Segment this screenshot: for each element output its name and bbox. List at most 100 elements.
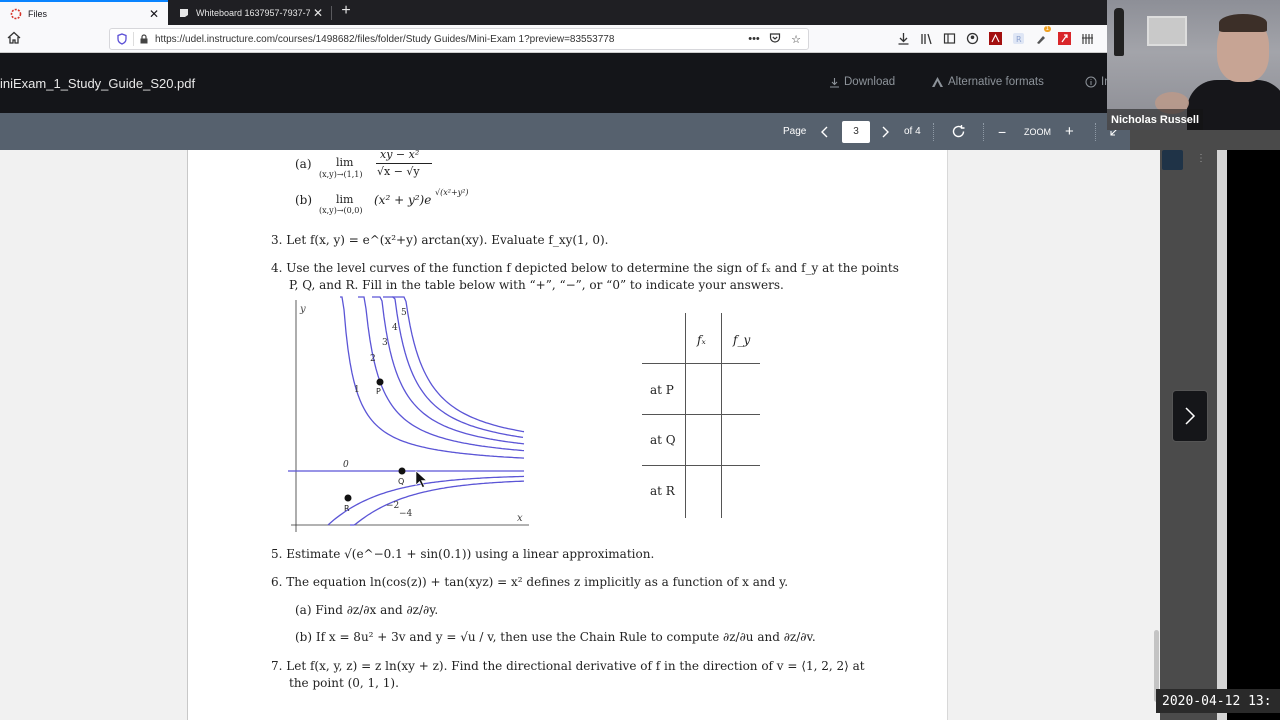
tab-separator xyxy=(331,6,332,20)
chevron-left-icon xyxy=(820,126,829,138)
next-page-button[interactable] xyxy=(881,113,890,150)
lock-icon[interactable] xyxy=(139,34,149,44)
pocket-icon[interactable] xyxy=(766,32,784,47)
background-bottle xyxy=(1114,8,1124,56)
accessibility-a-icon xyxy=(931,76,944,88)
extension-badge-count: 1 xyxy=(1044,26,1051,32)
tab-label: Files xyxy=(28,9,146,19)
close-tab-icon[interactable]: ✕ xyxy=(146,7,162,21)
download-button[interactable]: Download xyxy=(829,76,895,88)
url-text[interactable]: https://udel.instructure.com/courses/149… xyxy=(155,34,745,45)
chevron-right-icon xyxy=(881,126,890,138)
page-number-input[interactable]: 3 xyxy=(842,121,870,143)
point-p-label: P xyxy=(376,387,381,396)
window-edge xyxy=(1217,150,1227,720)
download-icon xyxy=(829,77,840,88)
zoom-out-button[interactable]: − xyxy=(998,113,1006,150)
q2b-label: (b) xyxy=(295,193,312,207)
library-icon[interactable] xyxy=(918,30,934,46)
alternative-formats-button[interactable]: Alternative formats xyxy=(931,76,1044,88)
page-actions-icon[interactable]: ••• xyxy=(745,33,763,45)
level-curve-2 xyxy=(358,297,524,451)
q2b-lim-subscript: (x,y)→(0,0) xyxy=(319,206,362,216)
toolbar-separator xyxy=(1095,123,1096,141)
level-label-3: 3 xyxy=(382,338,388,348)
previous-page-button[interactable] xyxy=(820,113,829,150)
extension-badge-icon[interactable]: 1 xyxy=(1033,30,1049,46)
home-icon[interactable] xyxy=(6,30,22,46)
zoom-in-button[interactable]: + xyxy=(1065,113,1074,150)
point-q-label: Q xyxy=(398,477,404,486)
tab-label: Whiteboard 1637957-7937-70 xyxy=(196,8,310,18)
page-number-field[interactable]: 3 xyxy=(842,113,870,150)
point-q xyxy=(399,468,406,475)
webcam-video: Nicholas Russell xyxy=(1107,0,1280,130)
pdf-toolbar: Page 3 of 4 − ZOOM + xyxy=(0,113,1130,150)
level-curve-4 xyxy=(383,297,523,437)
more-options-icon[interactable]: ⋮ xyxy=(1196,153,1206,164)
q2a-lim: lim xyxy=(336,156,353,169)
answer-table: fₓ f_y at P at Q at R xyxy=(642,313,760,518)
question-3: 3. Let f(x, y) = e^(x²+y) arctan(xy). Ev… xyxy=(271,233,608,247)
tab-whiteboard[interactable]: Whiteboard 1637957-7937-70 ✕ xyxy=(168,0,332,25)
rotate-icon xyxy=(951,124,966,139)
pdf-page: (a) lim (x,y)→(1,1) xy − x² √x − √y (b) … xyxy=(187,150,948,720)
browser-tab-strip: Files ✕ Whiteboard 1637957-7937-70 ✕ + xyxy=(0,0,1280,25)
url-bar[interactable]: https://udel.instructure.com/courses/149… xyxy=(109,28,809,50)
browser-nav-bar: https://udel.instructure.com/courses/149… xyxy=(0,25,1280,53)
tracking-shield-icon[interactable] xyxy=(116,33,128,45)
pdf-viewer[interactable]: (a) lim (x,y)→(1,1) xy − x² √x − √y (b) … xyxy=(0,150,1160,720)
panel-button[interactable] xyxy=(1162,150,1183,170)
download-icon[interactable] xyxy=(895,30,911,46)
table-vline xyxy=(721,313,722,518)
table-row-p-label: at P xyxy=(650,383,674,397)
table-row-q-label: at Q xyxy=(650,433,676,447)
tab-files[interactable]: Files ✕ xyxy=(0,0,168,25)
x-axis-label: x xyxy=(517,513,523,524)
svg-text:R: R xyxy=(1016,35,1022,44)
download-label: Download xyxy=(844,76,895,88)
table-hline xyxy=(642,414,760,415)
account-icon[interactable] xyxy=(964,30,980,46)
next-file-button[interactable] xyxy=(1172,390,1208,442)
browser-toolbar-icons: R 1 xyxy=(895,30,1095,46)
table-vline xyxy=(685,313,686,518)
q2a-numerator: xy − x² xyxy=(380,148,419,161)
table-header-fx: fₓ xyxy=(697,333,706,347)
page-count: of 4 xyxy=(904,113,921,150)
bookmark-star-icon[interactable]: ☆ xyxy=(787,33,805,46)
extension-red-icon[interactable] xyxy=(1056,30,1072,46)
fraction-bar xyxy=(376,163,432,164)
q2a-label: (a) xyxy=(295,157,312,171)
question-6: 6. The equation ln(cos(z)) + tan(xyz) = … xyxy=(271,575,788,589)
close-tab-icon[interactable]: ✕ xyxy=(310,6,326,20)
level-curve-neg2 xyxy=(328,476,524,525)
sidebar-icon[interactable] xyxy=(941,30,957,46)
rotate-button[interactable] xyxy=(951,113,966,150)
level-label-0: 0 xyxy=(343,460,349,470)
whiteboard-icon xyxy=(178,7,190,19)
alternative-formats-label: Alternative formats xyxy=(948,76,1044,88)
new-tab-button[interactable]: + xyxy=(336,2,356,20)
extension-bars-icon[interactable] xyxy=(1079,30,1095,46)
page-label: Page xyxy=(783,113,806,150)
table-hline xyxy=(642,465,760,466)
question-6a: (a) Find ∂z/∂x and ∂z/∂y. xyxy=(295,603,438,617)
question-7-line-1: 7. Let f(x, y, z) = z ln(xy + z). Find t… xyxy=(271,659,865,673)
level-label-5: 5 xyxy=(401,308,407,318)
file-preview-header: iniExam_1_Study_Guide_S20.pdf Download A… xyxy=(0,53,1280,113)
point-r-label: R xyxy=(344,504,350,513)
level-curves-plot: y x 1 2 3 4 5 0 −2 −4 P Q R xyxy=(286,295,531,535)
toolbar-separator xyxy=(983,123,984,141)
recording-timestamp: 2020-04-12 13: xyxy=(1156,689,1280,713)
level-curve-neg4 xyxy=(350,481,524,525)
acrobat-icon[interactable] xyxy=(987,30,1003,46)
question-7-line-2: the point (0, 1, 1). xyxy=(289,676,399,690)
point-p xyxy=(377,379,384,386)
table-header-fy: f_y xyxy=(733,333,750,347)
extension-r-icon[interactable]: R xyxy=(1010,30,1026,46)
q2b-expression: (x² + y²)e xyxy=(374,193,431,207)
level-curve-5 xyxy=(392,297,524,432)
point-r xyxy=(345,495,352,502)
person-hair xyxy=(1219,14,1267,32)
